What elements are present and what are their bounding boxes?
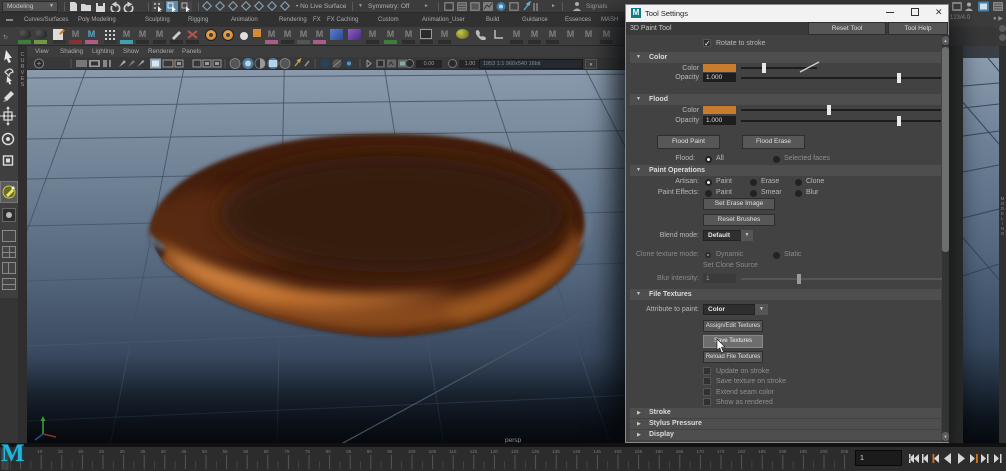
svg-text:160: 160 bbox=[655, 449, 663, 454]
svg-text:105: 105 bbox=[429, 449, 437, 454]
svg-text:80: 80 bbox=[326, 449, 332, 454]
svg-text:180: 180 bbox=[738, 449, 746, 454]
svg-text:110: 110 bbox=[449, 449, 457, 454]
svg-text:155: 155 bbox=[635, 449, 643, 454]
svg-text:135: 135 bbox=[552, 449, 560, 454]
svg-text:165: 165 bbox=[676, 449, 684, 454]
svg-text:175: 175 bbox=[717, 449, 725, 454]
svg-text:85: 85 bbox=[346, 449, 352, 454]
svg-text:120: 120 bbox=[490, 449, 498, 454]
svg-text:115: 115 bbox=[470, 449, 478, 454]
svg-text:195: 195 bbox=[799, 449, 807, 454]
svg-text:70: 70 bbox=[284, 449, 290, 454]
svg-text:170: 170 bbox=[696, 449, 704, 454]
svg-text:150: 150 bbox=[614, 449, 622, 454]
svg-text:25: 25 bbox=[99, 449, 105, 454]
svg-text:10: 10 bbox=[37, 449, 43, 454]
svg-text:140: 140 bbox=[573, 449, 581, 454]
svg-text:205: 205 bbox=[841, 449, 849, 454]
svg-text:200: 200 bbox=[820, 449, 828, 454]
svg-text:45: 45 bbox=[181, 449, 187, 454]
svg-text:15: 15 bbox=[58, 449, 64, 454]
svg-text:185: 185 bbox=[758, 449, 766, 454]
svg-text:40: 40 bbox=[161, 449, 167, 454]
svg-text:35: 35 bbox=[140, 449, 146, 454]
svg-text:75: 75 bbox=[305, 449, 311, 454]
svg-text:130: 130 bbox=[532, 449, 540, 454]
svg-text:55: 55 bbox=[223, 449, 229, 454]
svg-text:190: 190 bbox=[779, 449, 787, 454]
svg-text:30: 30 bbox=[120, 449, 126, 454]
svg-text:50: 50 bbox=[202, 449, 208, 454]
svg-text:95: 95 bbox=[387, 449, 393, 454]
svg-text:60: 60 bbox=[243, 449, 249, 454]
svg-text:20: 20 bbox=[78, 449, 84, 454]
svg-text:100: 100 bbox=[408, 449, 416, 454]
svg-text:145: 145 bbox=[593, 449, 601, 454]
svg-text:125: 125 bbox=[511, 449, 519, 454]
svg-text:90: 90 bbox=[367, 449, 373, 454]
svg-text:65: 65 bbox=[264, 449, 270, 454]
